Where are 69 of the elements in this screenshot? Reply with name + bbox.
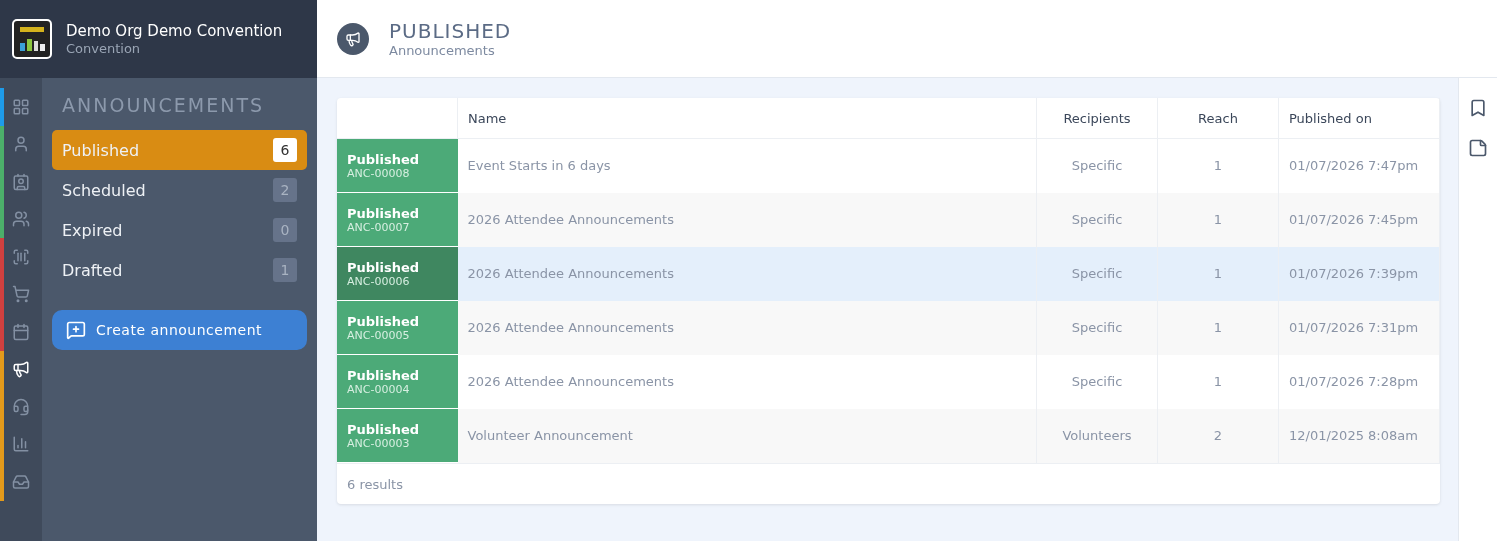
announcement-id: ANC-00006 [347, 274, 411, 288]
table-cell: Specific [1036, 192, 1158, 247]
table-cell: Volunteer Announcement [457, 408, 1037, 463]
table-cell: 12/01/2025 8:08am [1278, 408, 1440, 463]
table-cell: 01/07/2026 7:45pm [1278, 192, 1440, 247]
count-badge: 1 [273, 258, 297, 282]
table-cell: 01/07/2026 7:39pm [1278, 246, 1440, 301]
table-row[interactable]: Published ANC-00007 2026 Attendee Announcements Specific 1 01/07/2026 7:45pm [337, 192, 1440, 247]
announcement-id: ANC-00005 [347, 328, 411, 342]
org-name: Demo Org Demo Convention [66, 21, 283, 41]
table-cell: 1 [1157, 300, 1279, 355]
status-label: Published [347, 367, 421, 383]
nav-item[interactable]: Drafted 1 [52, 250, 307, 290]
table-row[interactable]: Published ANC-00003 Volunteer Announcement Volunteers 2 12/01/2025 8:08am [337, 408, 1440, 463]
table-cell: Event Starts in 6 days [457, 138, 1037, 193]
announcement-id: ANC-00003 [347, 436, 411, 450]
table-cell: Volunteers [1036, 408, 1158, 463]
count-badge: 0 [273, 218, 297, 242]
status-label: Published [347, 259, 421, 275]
count-badge: 6 [273, 138, 297, 162]
results-count: 6 results [337, 463, 1440, 504]
nav-label: Scheduled [62, 180, 146, 200]
column-header: Published on [1278, 98, 1440, 139]
table-cell: 2026 Attendee Announcements [457, 300, 1037, 355]
page-title: PUBLISHED [389, 19, 512, 43]
table-cell: 2 [1157, 408, 1279, 463]
nav-label: Expired [62, 220, 123, 240]
column-header: Name [457, 98, 1037, 139]
announcement-id: ANC-00004 [347, 382, 411, 396]
column-header: Recipients [1036, 98, 1158, 139]
status-label: Published [347, 151, 421, 167]
status-label: Published [347, 205, 421, 221]
table-cell: Specific [1036, 300, 1158, 355]
note-icon[interactable] [1468, 138, 1488, 158]
nav-label: Drafted [62, 260, 123, 280]
table-cell: 01/07/2026 7:47pm [1278, 138, 1440, 193]
nav-label: Published [62, 140, 140, 160]
announcement-id: ANC-00007 [347, 220, 411, 234]
nav-item[interactable]: Published 6 [52, 130, 307, 170]
section-title: ANNOUNCEMENTS [61, 94, 266, 118]
nav-item[interactable]: Scheduled 2 [52, 170, 307, 210]
bookmark-icon[interactable] [1468, 98, 1488, 118]
create-announcement-button[interactable]: Create announcement [52, 310, 307, 350]
column-header: Reach [1157, 98, 1279, 139]
table-cell: 1 [1157, 354, 1279, 409]
table-cell: 1 [1157, 138, 1279, 193]
table-cell: Specific [1036, 138, 1158, 193]
logo-icon [12, 19, 52, 59]
table-cell: 2026 Attendee Announcements [457, 192, 1037, 247]
table-cell: Specific [1036, 354, 1158, 409]
table-row[interactable]: Published ANC-00005 2026 Attendee Announcements Specific 1 01/07/2026 7:31pm [337, 300, 1440, 355]
status-label: Published [347, 421, 421, 437]
megaphone-icon [337, 22, 369, 55]
table-cell: 01/07/2026 7:31pm [1278, 300, 1440, 355]
table-row[interactable]: Published ANC-00006 2026 Attendee Announcements Specific 1 01/07/2026 7:39pm [337, 246, 1440, 301]
count-badge: 2 [273, 178, 297, 202]
table-cell: 2026 Attendee Announcements [457, 354, 1037, 409]
page-subtitle: Announcements [389, 43, 496, 58]
nav-item[interactable]: Expired 0 [52, 210, 307, 250]
table-cell: Specific [1036, 246, 1158, 301]
table-cell: 1 [1157, 192, 1279, 247]
announcement-id: ANC-00008 [347, 166, 411, 180]
org-subtitle: Convention [66, 41, 142, 57]
table-cell: 2026 Attendee Announcements [457, 246, 1037, 301]
status-label: Published [347, 313, 421, 329]
table-row[interactable]: Published ANC-00004 2026 Attendee Announcements Specific 1 01/07/2026 7:28pm [337, 354, 1440, 409]
table-row[interactable]: Published ANC-00008 Event Starts in 6 days Specific 1 01/07/2026 7:47pm [337, 138, 1440, 193]
table-cell: 1 [1157, 246, 1279, 301]
table-cell: 01/07/2026 7:28pm [1278, 354, 1440, 409]
